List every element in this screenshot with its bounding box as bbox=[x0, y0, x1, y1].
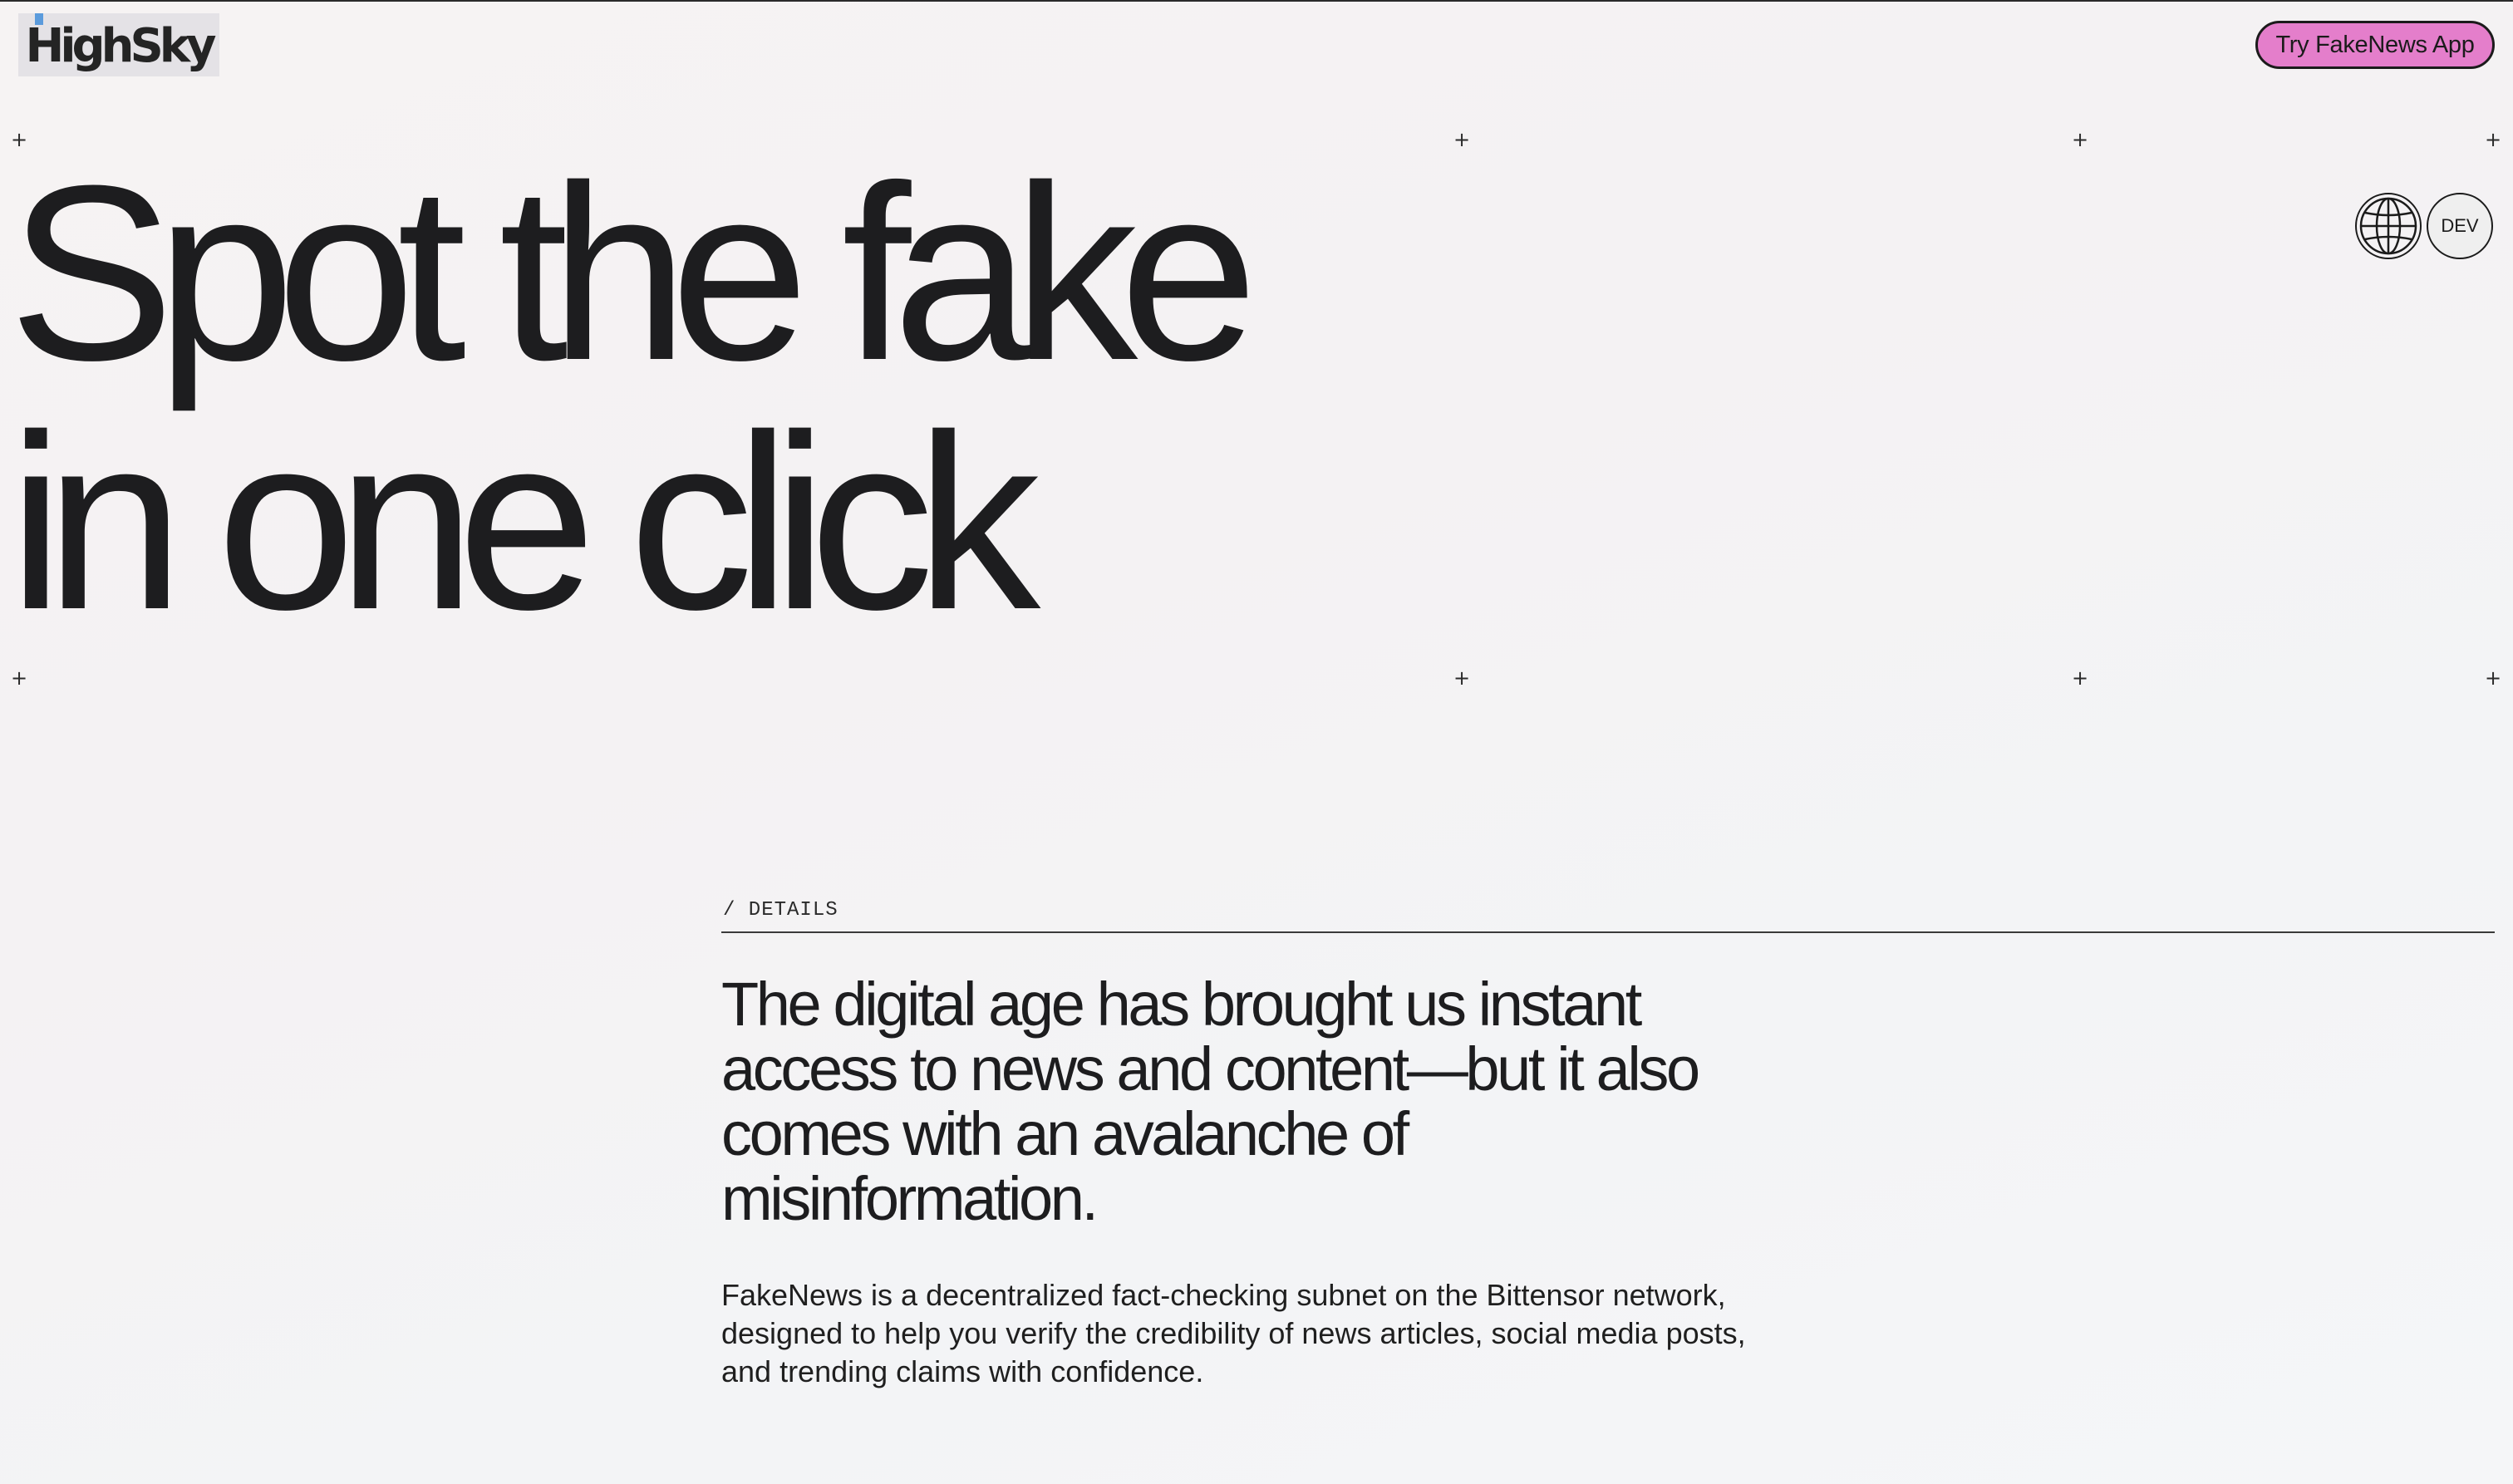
grid-marker: + bbox=[11, 666, 28, 690]
logo-wordmark: HighSky bbox=[25, 19, 216, 73]
grid-marker: + bbox=[1453, 128, 1471, 151]
hero-heading: Spot the fake in one click bbox=[8, 133, 1258, 661]
language-button[interactable] bbox=[2355, 193, 2422, 259]
top-border bbox=[0, 0, 2513, 2]
dev-environment-button[interactable]: DEV bbox=[2427, 193, 2493, 259]
hero-line-2: in one click bbox=[8, 382, 1040, 661]
grid-marker: + bbox=[2485, 666, 2502, 690]
section-divider bbox=[721, 931, 2495, 933]
globe-icon bbox=[2359, 197, 2417, 255]
details-body: FakeNews is a decentralized fact-checkin… bbox=[721, 1278, 1746, 1388]
grid-marker: + bbox=[2072, 666, 2089, 690]
details-lead: The digital age has brought us instant a… bbox=[721, 970, 1700, 1233]
grid-marker: + bbox=[2072, 128, 2089, 151]
logo-link[interactable]: HighSky bbox=[18, 13, 219, 76]
grid-marker: + bbox=[1453, 666, 1471, 690]
grid-marker: + bbox=[2485, 128, 2502, 151]
hero-line-1: Spot the fake bbox=[8, 133, 1258, 412]
section-label-details: / DETAILS bbox=[723, 899, 838, 921]
try-app-button[interactable]: Try FakeNews App bbox=[2255, 21, 2495, 69]
logo-mark bbox=[35, 13, 43, 25]
